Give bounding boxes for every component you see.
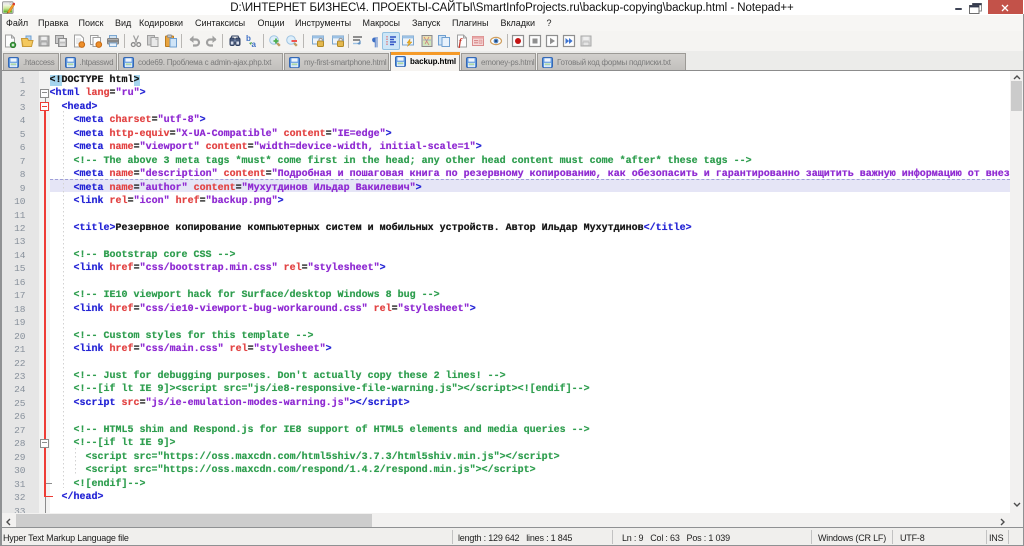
svg-text:¶: ¶: [371, 34, 378, 48]
svg-text:a: a: [252, 40, 257, 48]
svg-text:b: b: [246, 34, 251, 43]
